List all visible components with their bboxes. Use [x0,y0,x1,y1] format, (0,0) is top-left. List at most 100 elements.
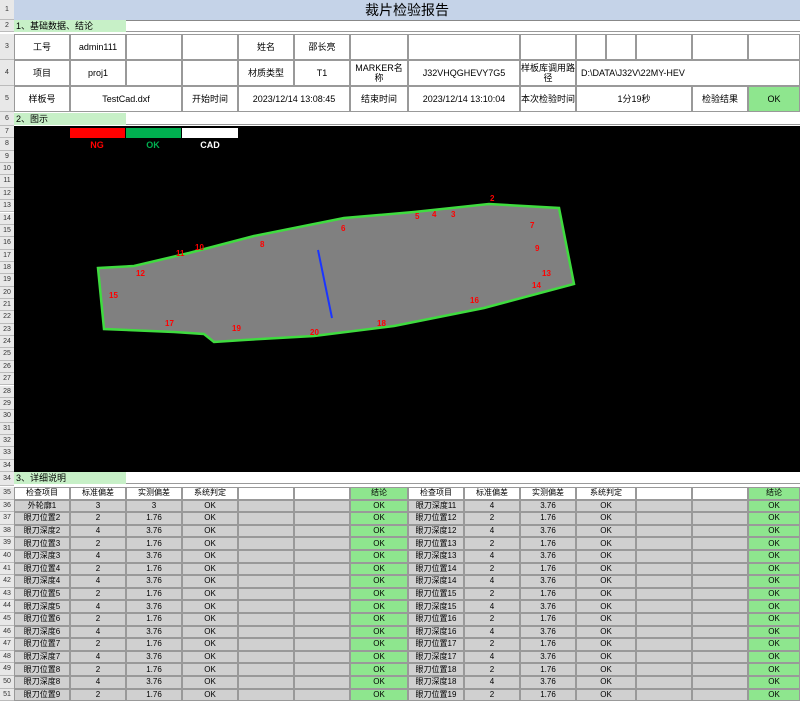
table-cell[interactable]: 4 [70,625,126,639]
table-cell[interactable] [636,600,692,613]
table-cell[interactable]: 2 [70,512,126,525]
table-cell[interactable]: 2 [464,537,520,550]
table-cell-item[interactable]: 眼刀深度14 [408,575,464,588]
table-cell[interactable] [636,537,692,550]
table-cell[interactable] [636,512,692,525]
table-cell-conclusion[interactable]: OK [350,550,408,563]
empty-cell[interactable] [520,34,576,60]
table-cell[interactable]: 4 [464,550,520,563]
table-cell-conclusion[interactable]: OK [748,537,800,550]
table-cell[interactable]: OK [576,512,636,525]
table-cell[interactable] [238,524,294,538]
table-cell-item[interactable]: 眼刀位置19 [408,688,464,702]
table-cell[interactable] [294,676,350,689]
table-cell[interactable] [238,663,294,676]
table-cell[interactable]: OK [182,575,238,588]
empty-cell[interactable] [408,34,520,60]
table-cell[interactable]: 2 [70,537,126,550]
table-cell[interactable]: OK [182,562,238,576]
table-cell-item[interactable]: 眼刀位置3 [14,537,70,550]
table-cell-conclusion[interactable]: OK [350,625,408,639]
table-cell[interactable] [238,550,294,563]
table-cell-item[interactable]: 眼刀位置15 [408,587,464,601]
empty-cell[interactable] [126,60,182,86]
table-cell-item[interactable]: 眼刀深度16 [408,625,464,639]
result-value[interactable]: OK [748,86,800,112]
table-cell-item[interactable]: 眼刀位置2 [14,512,70,525]
table-cell[interactable]: OK [182,600,238,613]
table-cell[interactable] [636,524,692,538]
table-cell-item[interactable]: 眼刀位置12 [408,512,464,525]
table-cell[interactable] [692,613,748,626]
table-cell[interactable]: 3.76 [520,499,576,513]
table-cell[interactable]: OK [576,625,636,639]
table-cell[interactable]: 2 [70,613,126,626]
table-cell[interactable]: 3.76 [126,550,182,563]
table-cell[interactable]: 2 [70,663,126,676]
table-cell[interactable] [238,613,294,626]
table-cell[interactable]: 1.76 [520,537,576,550]
table-cell[interactable]: OK [182,550,238,563]
table-cell-conclusion[interactable]: OK [350,499,408,513]
table-cell[interactable] [636,550,692,563]
table-cell-item[interactable]: 眼刀位置13 [408,537,464,550]
table-cell[interactable] [636,499,692,513]
sample-value[interactable]: TestCad.dxf [70,86,182,112]
table-cell-item[interactable]: 眼刀位置9 [14,688,70,702]
table-cell[interactable] [238,587,294,601]
table-cell-conclusion[interactable]: OK [748,625,800,639]
table-cell[interactable]: 3.76 [520,524,576,538]
table-cell-item[interactable]: 眼刀位置4 [14,562,70,576]
table-cell[interactable]: 3.76 [520,625,576,639]
table-cell[interactable]: 1.76 [520,663,576,676]
table-cell-item[interactable]: 眼刀位置5 [14,587,70,601]
duration-value[interactable]: 1分19秒 [576,86,692,112]
table-cell[interactable] [294,550,350,563]
table-cell[interactable]: OK [576,600,636,613]
table-cell[interactable]: 2 [70,638,126,651]
table-cell-conclusion[interactable]: OK [350,688,408,702]
table-cell-item[interactable]: 眼刀深度11 [408,499,464,513]
table-cell-item[interactable]: 眼刀深度18 [408,676,464,689]
table-cell[interactable] [636,587,692,601]
table-cell-conclusion[interactable]: OK [748,613,800,626]
table-cell[interactable]: OK [182,676,238,689]
table-cell[interactable]: OK [576,613,636,626]
table-cell-item[interactable]: 眼刀位置7 [14,638,70,651]
table-cell[interactable]: 2 [70,587,126,601]
table-cell[interactable] [636,613,692,626]
table-cell[interactable]: 4 [70,676,126,689]
table-cell[interactable]: 3.76 [520,550,576,563]
table-cell[interactable] [238,650,294,664]
table-cell[interactable]: 1.76 [520,587,576,601]
table-cell[interactable] [692,524,748,538]
table-cell[interactable] [636,663,692,676]
table-cell[interactable]: 4 [70,575,126,588]
table-cell[interactable] [294,512,350,525]
table-cell[interactable]: 2 [464,613,520,626]
table-cell-conclusion[interactable]: OK [350,537,408,550]
table-cell-conclusion[interactable]: OK [748,562,800,576]
table-cell[interactable]: OK [182,499,238,513]
table-cell-item[interactable]: 眼刀位置17 [408,638,464,651]
table-cell-conclusion[interactable]: OK [748,499,800,513]
table-cell[interactable]: OK [182,587,238,601]
table-cell[interactable]: 4 [464,625,520,639]
empty-cell[interactable] [692,34,748,60]
table-cell[interactable] [238,575,294,588]
table-cell[interactable]: OK [182,663,238,676]
table-cell-conclusion[interactable]: OK [350,600,408,613]
table-cell[interactable]: 3.76 [126,650,182,664]
table-cell-conclusion[interactable]: OK [748,688,800,702]
table-cell-conclusion[interactable]: OK [350,613,408,626]
table-cell[interactable] [238,562,294,576]
table-cell[interactable]: OK [576,587,636,601]
material-value[interactable]: T1 [294,60,350,86]
table-cell[interactable] [238,499,294,513]
end-value[interactable]: 2023/12/14 13:10:04 [408,86,520,112]
table-cell[interactable]: OK [576,575,636,588]
table-cell[interactable]: 2 [464,638,520,651]
table-cell[interactable] [238,600,294,613]
table-cell[interactable]: 1.76 [126,663,182,676]
table-cell[interactable]: OK [576,676,636,689]
